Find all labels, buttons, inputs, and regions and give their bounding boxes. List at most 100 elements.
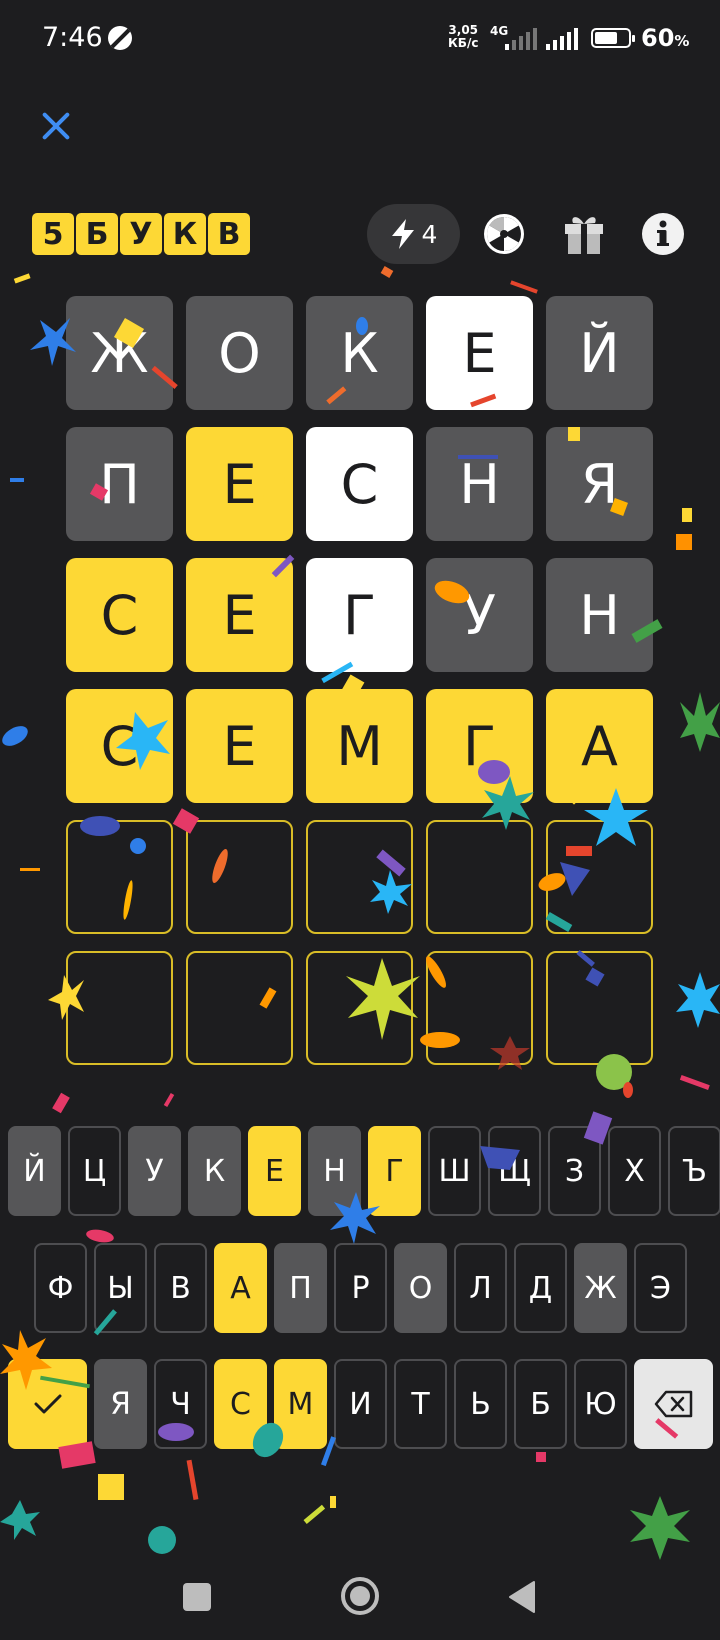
board-tile: Е — [426, 296, 533, 410]
checkmark-icon — [34, 1394, 61, 1414]
board-tile: М — [306, 689, 413, 803]
board-tile: Н — [546, 558, 653, 672]
board-row: С Е Г У Н — [66, 558, 654, 672]
board-row: П Е С Н Я — [66, 427, 654, 541]
board-row: С Е М Г А — [66, 689, 654, 803]
network-speed: 3,05 КБ/с — [448, 24, 478, 50]
board-tile — [186, 820, 293, 934]
board-tile: Й — [546, 296, 653, 410]
board-tile: Я — [546, 427, 653, 541]
board-tile — [66, 820, 173, 934]
board-tile: Ж — [66, 296, 173, 410]
enter-button[interactable] — [8, 1359, 87, 1449]
board-tile — [306, 820, 413, 934]
key[interactable]: Д — [514, 1243, 567, 1333]
board-tile: Г — [426, 689, 533, 803]
logo-letter: У — [120, 213, 162, 255]
key[interactable]: И — [334, 1359, 387, 1449]
key[interactable]: Ю — [574, 1359, 627, 1449]
info-icon[interactable] — [641, 212, 685, 256]
keyboard-row-2: Ф Ы В А П Р О Л Д Ж Э — [34, 1243, 687, 1333]
square-icon[interactable] — [182, 1582, 212, 1612]
key[interactable]: З — [548, 1126, 601, 1216]
key[interactable]: Г — [368, 1126, 421, 1216]
keyboard-row-3: Я Ч С М И Т Ь Б Ю — [8, 1359, 713, 1449]
energy-count: 4 — [421, 219, 438, 249]
board-tile: А — [546, 689, 653, 803]
board-tile — [546, 951, 653, 1065]
key[interactable]: К — [188, 1126, 241, 1216]
energy-button[interactable]: 4 — [367, 204, 460, 264]
board-tile: С — [306, 427, 413, 541]
key[interactable]: С — [214, 1359, 267, 1449]
keyboard-row-1: Й Ц У К Е Н Г Ш Щ З Х Ъ — [8, 1126, 720, 1216]
status-bar: 7:46 3,05 КБ/с 4G 60% — [0, 0, 720, 80]
key[interactable]: У — [128, 1126, 181, 1216]
board-tile — [306, 951, 413, 1065]
key[interactable]: Ъ — [668, 1126, 720, 1216]
board-tile: О — [186, 296, 293, 410]
key[interactable]: О — [394, 1243, 447, 1333]
board-tile — [426, 951, 533, 1065]
board-tile: Е — [186, 689, 293, 803]
backspace-button[interactable] — [634, 1359, 713, 1449]
key[interactable]: А — [214, 1243, 267, 1333]
key[interactable]: Е — [248, 1126, 301, 1216]
key[interactable]: Л — [454, 1243, 507, 1333]
gift-icon[interactable] — [562, 212, 606, 256]
board-tile — [186, 951, 293, 1065]
backspace-icon — [654, 1390, 692, 1418]
close-icon[interactable] — [36, 106, 76, 146]
fortune-wheel-icon[interactable] — [482, 212, 526, 256]
game-logo: 5 Б У К В — [32, 213, 250, 255]
board-tile — [426, 820, 533, 934]
board-row: Ж О К Е Й — [66, 296, 654, 410]
vpn-icon — [108, 26, 132, 50]
board-tile — [66, 951, 173, 1065]
key[interactable]: Й — [8, 1126, 61, 1216]
game-board: Ж О К Е Й П Е С Н Я С Е Г У Н С Е М Г А — [66, 296, 654, 1082]
board-tile: С — [66, 558, 173, 672]
board-tile: Е — [186, 558, 293, 672]
key[interactable]: Щ — [488, 1126, 541, 1216]
key[interactable]: Ж — [574, 1243, 627, 1333]
triangle-back-icon[interactable] — [508, 1580, 536, 1614]
key[interactable]: П — [274, 1243, 327, 1333]
board-row — [66, 820, 654, 934]
board-tile: С — [66, 689, 173, 803]
network-speed-unit: КБ/с — [448, 36, 479, 50]
logo-letter: 5 — [32, 213, 74, 255]
key[interactable]: Т — [394, 1359, 447, 1449]
key[interactable]: М — [274, 1359, 327, 1449]
key[interactable]: Р — [334, 1243, 387, 1333]
key[interactable]: В — [154, 1243, 207, 1333]
logo-letter: Б — [76, 213, 118, 255]
system-navigation-bar — [0, 1550, 720, 1640]
key[interactable]: Я — [94, 1359, 147, 1449]
board-tile: У — [426, 558, 533, 672]
circle-icon[interactable] — [340, 1576, 380, 1616]
board-tile: К — [306, 296, 413, 410]
battery-icon — [591, 28, 635, 48]
key[interactable]: Ч — [154, 1359, 207, 1449]
battery-level: 60% — [641, 24, 690, 52]
key[interactable]: Ы — [94, 1243, 147, 1333]
board-tile: Г — [306, 558, 413, 672]
lightning-icon — [391, 219, 414, 249]
key[interactable]: Н — [308, 1126, 361, 1216]
key[interactable]: Э — [634, 1243, 687, 1333]
key[interactable]: Ф — [34, 1243, 87, 1333]
board-tile — [546, 820, 653, 934]
logo-letter: В — [208, 213, 250, 255]
key[interactable]: Б — [514, 1359, 567, 1449]
signal-icon-sim1 — [505, 28, 537, 50]
signal-icon-sim2 — [546, 28, 578, 50]
board-tile: Н — [426, 427, 533, 541]
key[interactable]: Ш — [428, 1126, 481, 1216]
key[interactable]: Х — [608, 1126, 661, 1216]
board-tile: Е — [186, 427, 293, 541]
key[interactable]: Ь — [454, 1359, 507, 1449]
key[interactable]: Ц — [68, 1126, 121, 1216]
logo-letter: К — [164, 213, 206, 255]
status-time: 7:46 — [42, 22, 103, 53]
